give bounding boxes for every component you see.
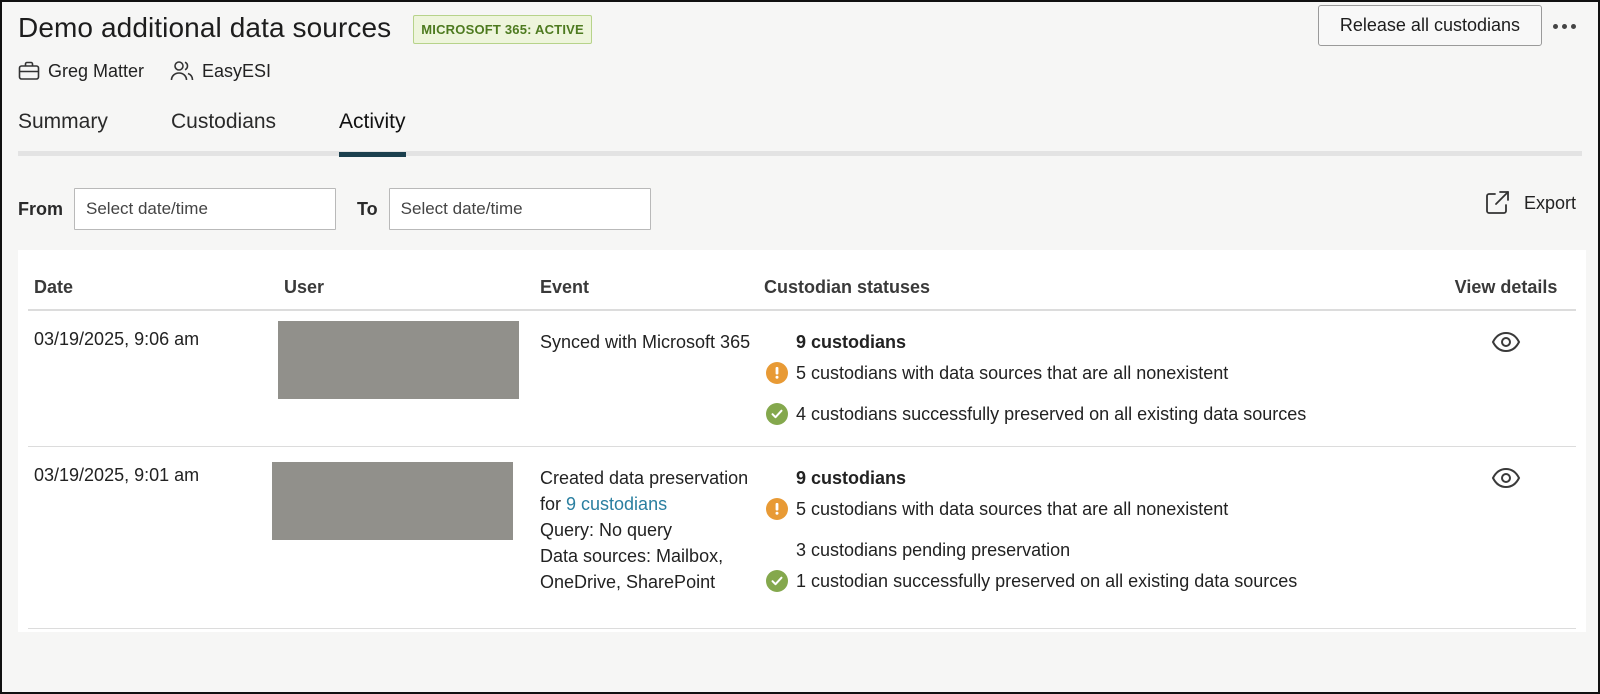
custodians-link[interactable]: 9 custodians — [566, 494, 667, 514]
status-badge: MICROSOFT 365: ACTIVE — [413, 14, 592, 44]
status-pending: 3 custodians pending preservation — [796, 539, 1071, 560]
row-user — [278, 310, 540, 447]
column-header-custodian-statuses: Custodian statuses — [764, 250, 1436, 311]
export-label: Export — [1523, 192, 1576, 213]
briefcase-icon — [18, 61, 40, 80]
row-event: Created data preservation for 9 custodia… — [540, 446, 764, 629]
table-header-row: Date User Event Custodian statuses View … — [28, 250, 1576, 311]
check-icon — [766, 570, 788, 592]
row-view-details — [1436, 446, 1576, 629]
status-warning: 5 custodians with data sources that are … — [764, 360, 1436, 386]
more-options-icon[interactable] — [1550, 16, 1578, 36]
status-total: 9 custodians — [796, 331, 907, 352]
status-total: 9 custodians — [796, 467, 907, 488]
client-name: EasyESI — [202, 60, 272, 81]
row-view-details — [1436, 310, 1576, 447]
warning-icon — [766, 498, 788, 520]
app-frame: Demo additional data sources MICROSOFT 3… — [0, 0, 1600, 694]
view-details-button[interactable] — [1436, 447, 1576, 489]
event-data-sources: Data sources: Mailbox, OneDrive, SharePo… — [540, 546, 724, 592]
redacted-user — [272, 462, 513, 540]
tab-bar: Summary Custodians Activity — [18, 104, 1582, 157]
external-link-icon — [1486, 191, 1509, 214]
from-date-input[interactable] — [74, 188, 336, 230]
to-label: To — [357, 198, 378, 219]
activity-panel: Date User Event Custodian statuses View … — [18, 250, 1586, 632]
table-row: 03/19/2025, 9:06 am Synced with Microsof… — [28, 310, 1576, 447]
row-custodian-statuses: 9 custodians 5 custodians with data sour… — [764, 446, 1436, 629]
tab-activity[interactable]: Activity — [339, 110, 406, 157]
eye-icon — [1491, 331, 1521, 353]
row-custodian-statuses: 9 custodians 5 custodians with data sour… — [764, 310, 1436, 447]
matter-name: Greg Matter — [48, 60, 145, 81]
event-text: Synced with Microsoft 365 — [540, 332, 751, 352]
view-details-button[interactable] — [1436, 311, 1576, 353]
status-warning: 5 custodians with data sources that are … — [764, 496, 1436, 522]
to-date-input[interactable] — [388, 188, 651, 230]
export-button[interactable]: Export — [1484, 190, 1576, 216]
eye-icon — [1491, 467, 1521, 489]
column-header-user: User — [284, 250, 540, 311]
release-all-custodians-button[interactable]: Release all custodians — [1317, 5, 1542, 46]
column-header-date: Date — [28, 250, 284, 311]
date-filters: From To Export — [18, 188, 1582, 230]
client-info: EasyESI — [170, 60, 271, 82]
status-success: 4 custodians successfully preserved on a… — [764, 401, 1436, 427]
table-row: 03/19/2025, 9:01 am Created data preserv… — [28, 446, 1576, 629]
status-success: 1 custodian successfully preserved on al… — [764, 568, 1436, 594]
row-date: 03/19/2025, 9:01 am — [28, 446, 284, 629]
row-user — [272, 446, 540, 629]
matter-meta: Greg Matter EasyESI — [18, 60, 297, 82]
from-label: From — [18, 198, 63, 219]
check-icon — [766, 403, 788, 425]
tab-custodians[interactable]: Custodians — [171, 110, 276, 152]
column-header-view-details: View details — [1436, 250, 1576, 311]
warning-icon — [766, 362, 788, 384]
column-header-event: Event — [540, 250, 764, 311]
row-event: Synced with Microsoft 365 — [540, 310, 764, 447]
row-date: 03/19/2025, 9:06 am — [28, 310, 284, 447]
tab-summary[interactable]: Summary — [18, 110, 108, 152]
users-icon — [170, 61, 194, 81]
page-title: Demo additional data sources — [18, 12, 392, 43]
matter-info: Greg Matter — [18, 61, 144, 82]
redacted-user — [278, 321, 519, 399]
page-header: Demo additional data sources MICROSOFT 3… — [18, 5, 1582, 48]
activity-table: Date User Event Custodian statuses View … — [28, 250, 1576, 629]
event-query: Query: No query — [540, 520, 673, 540]
